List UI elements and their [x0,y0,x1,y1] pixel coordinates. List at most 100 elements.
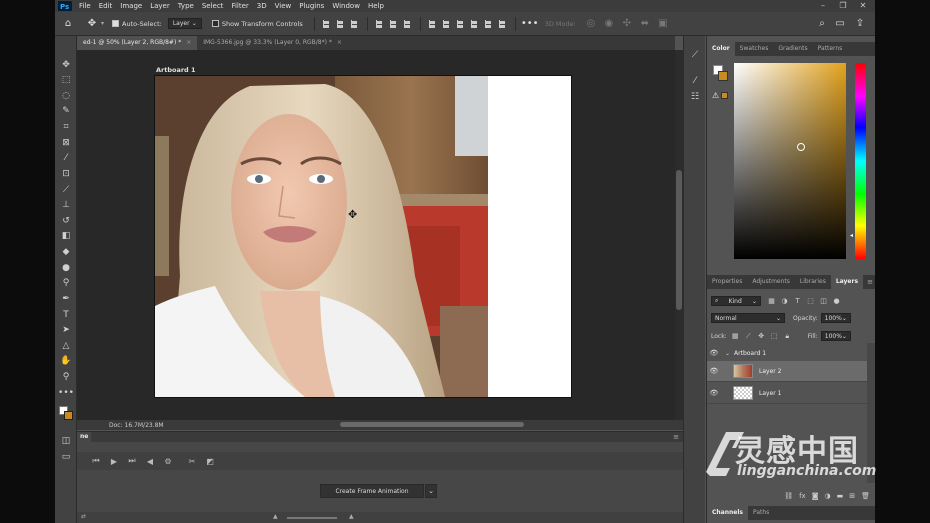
close-window-icon[interactable]: ✕ [853,0,873,12]
transition-icon[interactable]: ◩ [201,457,219,466]
move-tool-icon[interactable]: ✥ [58,58,74,72]
tab-gradients[interactable]: Gradients [773,42,812,56]
menu-window[interactable]: Window [328,0,364,12]
add-mask-icon[interactable]: ◙ [812,492,819,500]
workspace-icon[interactable]: ▭ [831,15,849,33]
distribute-middle-icon[interactable] [441,18,453,30]
hand-tool-icon[interactable]: ✋ [58,354,74,368]
zoom-slider[interactable] [287,517,337,519]
first-frame-icon[interactable]: ⏮ [87,456,105,466]
tab-properties[interactable]: Properties [707,275,747,289]
filter-type-icon[interactable]: T [793,297,802,306]
fill-input[interactable]: 100% ⌄ [820,331,851,341]
tab-layers[interactable]: Layers [830,275,864,289]
menu-3d[interactable]: 3D [253,0,271,12]
pen-tool-icon[interactable]: ✒ [58,292,74,306]
layers-scrollbar[interactable] [867,343,875,483]
delete-layer-icon[interactable]: 🗑︎ [861,492,870,500]
portrait-photo[interactable] [155,76,488,397]
lock-artboard-icon[interactable]: ⬚ [770,332,779,341]
lock-image-icon[interactable]: ⟋ [744,332,753,341]
align-top-icon[interactable] [374,18,386,30]
filter-smart-icon[interactable]: ◫ [819,297,828,306]
quick-select-tool-icon[interactable]: ✎ [58,104,74,118]
lock-position-icon[interactable]: ✥ [757,332,766,341]
history-panel-icon[interactable]: ⟋ [687,48,703,62]
home-icon[interactable]: ⌂ [59,15,77,33]
tab-color[interactable]: Color [707,42,735,56]
tab-swatches[interactable]: Swatches [735,42,774,56]
dodge-tool-icon[interactable]: ⚲ [58,276,74,290]
menu-help[interactable]: Help [364,0,388,12]
menu-type[interactable]: Type [174,0,198,12]
share-icon[interactable]: ⇪ [851,15,869,33]
lock-transparent-icon[interactable]: ▦ [731,332,740,341]
path-selection-tool-icon[interactable]: ➤ [58,323,74,337]
artboard[interactable] [155,76,571,397]
artboard-label[interactable]: Artboard 1 [156,66,196,74]
zoom-out-icon[interactable]: ▲ [273,513,278,520]
move-tool-icon[interactable]: ✥ [83,15,101,33]
menu-layer[interactable]: Layer [146,0,174,12]
hue-slider[interactable] [855,63,866,259]
history-brush-tool-icon[interactable]: ↺ [58,214,74,228]
color-picker-ring[interactable] [797,143,805,151]
tab-libraries[interactable]: Libraries [795,275,831,289]
visibility-eye-icon[interactable]: 👁︎ [707,349,721,357]
settings-icon[interactable]: ⚙ [159,457,177,466]
auto-select-dropdown[interactable]: Layer ⌄ [167,18,202,29]
distribute-bottom-icon[interactable] [455,18,467,30]
visibility-eye-icon[interactable]: 👁︎ [707,367,721,375]
tab-document-2[interactable]: IMG-5366.jpg @ 33.3% (Layer 0, RGB/8*) *… [197,36,348,50]
layer-style-icon[interactable]: fx [799,492,806,500]
edit-toolbar-icon[interactable]: ••• [58,386,74,400]
expand-chevron-icon[interactable]: ⌄ [725,350,730,357]
visibility-eye-icon[interactable]: 👁︎ [707,389,721,397]
menu-file[interactable]: File [75,0,95,12]
new-adjustment-icon[interactable]: ◑ [825,492,831,500]
create-animation-dropdown-icon[interactable]: ⌄ [425,484,437,498]
brush-tool-icon[interactable]: ⟋ [58,183,74,197]
color-saturation-field[interactable] [734,63,846,259]
frame-tool-icon[interactable]: ⊠ [58,136,74,150]
new-group-icon[interactable]: ▬ [837,492,844,500]
color-panel-background[interactable] [718,71,728,81]
shape-tool-icon[interactable]: △ [58,339,74,353]
menu-edit[interactable]: Edit [95,0,117,12]
panel-menu-icon[interactable]: ≡ [673,432,679,442]
filter-kind-dropdown[interactable]: ⌕ Kind ⌄ [711,296,761,306]
distribute-center-icon[interactable] [483,18,495,30]
split-icon[interactable]: ✂ [183,457,201,466]
align-bottom-icon[interactable] [402,18,414,30]
clone-stamp-tool-icon[interactable]: ⊥ [58,198,74,212]
lock-all-icon[interactable]: 🔒︎ [783,332,792,341]
brush-settings-icon[interactable]: ⁄ [687,74,703,88]
horizontal-scroll-thumb[interactable] [340,422,524,427]
menu-select[interactable]: Select [198,0,228,12]
filter-toggle-icon[interactable]: ● [832,297,841,306]
eyedropper-tool-icon[interactable]: ⁄ [58,151,74,165]
layer-1[interactable]: 👁︎ Layer 1 [707,383,867,404]
distribute-left-icon[interactable] [469,18,481,30]
panel-menu-icon[interactable]: ≡ [867,278,873,286]
menu-view[interactable]: View [271,0,296,12]
vertical-scroll-thumb[interactable] [676,170,682,310]
filter-shape-icon[interactable]: ⬚ [806,297,815,306]
filter-pixel-icon[interactable]: ▦ [767,297,776,306]
document-size[interactable]: Doc: 16.7M/23.8M [77,422,164,429]
align-right-icon[interactable] [349,18,361,30]
tab-document-1[interactable]: ed-1 @ 50% (Layer 2, RGB/8#) * × [77,36,198,50]
screen-mode-icon[interactable]: ▭ [58,450,74,464]
link-layers-icon[interactable]: ⛓︎ [784,492,793,500]
menu-plugins[interactable]: Plugins [295,0,328,12]
align-center-icon[interactable] [335,18,347,30]
opacity-input[interactable]: 100% ⌄ [820,313,851,323]
type-tool-icon[interactable]: T [58,308,74,322]
layer-2[interactable]: 👁︎ Layer 2 [707,361,867,382]
menu-image[interactable]: Image [116,0,146,12]
zoom-tool-icon[interactable]: ⚲ [58,370,74,384]
align-middle-icon[interactable] [388,18,400,30]
menu-filter[interactable]: Filter [227,0,252,12]
hue-pointer-icon[interactable]: ◂ [850,232,853,239]
crop-tool-icon[interactable]: ⌗ [58,120,74,134]
